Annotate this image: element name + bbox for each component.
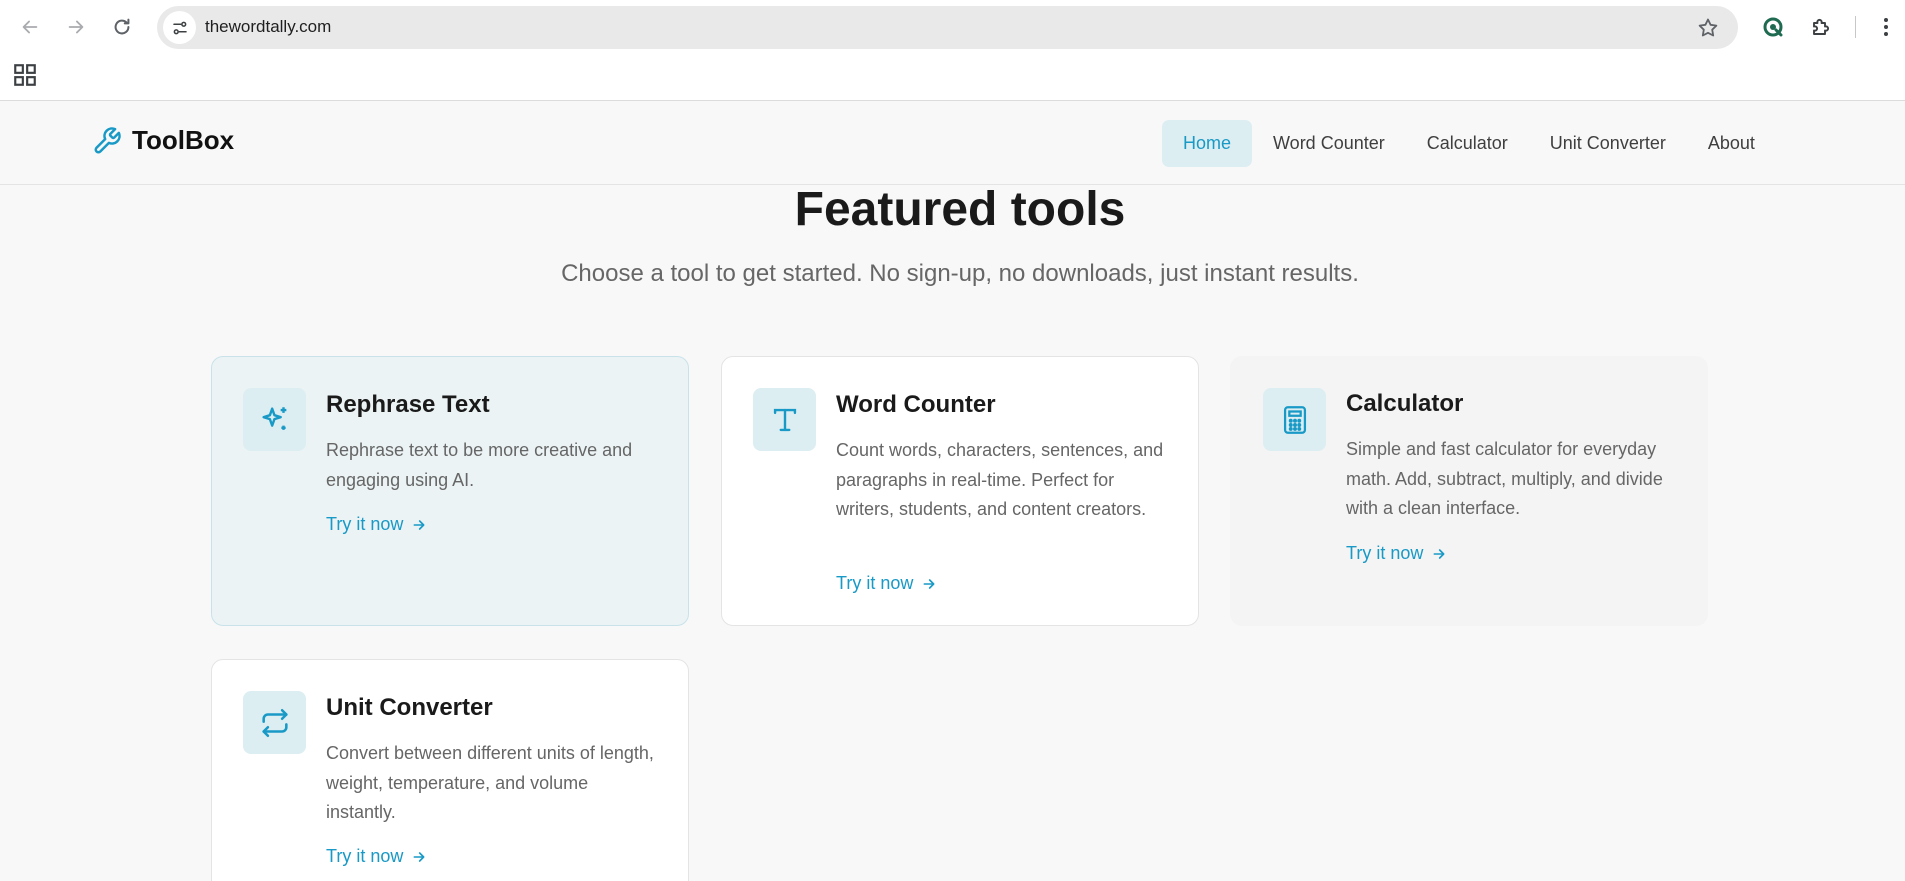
arrow-right-icon (413, 851, 425, 862)
link-label: Try it now (326, 514, 404, 534)
calculator-icon (1283, 405, 1306, 434)
link-label: Try it now (836, 573, 914, 593)
brand-name: ToolBox (132, 125, 235, 155)
card-description: Convert between different units of lengt… (326, 743, 654, 822)
tool-card-word-counter[interactable]: Word Counter Count words, characters, se… (721, 356, 1199, 626)
arrow-right-icon (1433, 548, 1445, 559)
back-button[interactable] (12, 9, 48, 45)
card-title: Rephrase Text (326, 391, 490, 418)
try-it-now-link[interactable]: Try it now (326, 846, 427, 867)
page-title: Featured tools (794, 183, 1126, 236)
browser-menu-button[interactable] (1870, 11, 1902, 43)
card-title: Unit Converter (326, 694, 493, 721)
card-description: Simple and fast calculator for everyday … (1346, 439, 1663, 518)
site-info-button[interactable] (163, 11, 196, 44)
nav-home[interactable]: Home (1162, 120, 1253, 167)
nav-about[interactable]: About (1687, 120, 1776, 167)
extension-logo-icon (1763, 17, 1783, 37)
tune-icon (172, 21, 187, 34)
toolbar-divider (1855, 16, 1856, 38)
card-icon-box (243, 691, 306, 754)
browser-chrome: thewordtally.com (0, 0, 1905, 101)
reload-button[interactable] (104, 9, 140, 45)
arrow-right-icon (923, 578, 935, 589)
nav-word-counter[interactable]: Word Counter (1252, 120, 1406, 167)
card-icon-box (243, 388, 306, 451)
link-label: Try it now (326, 846, 404, 866)
card-title: Word Counter (836, 391, 996, 418)
main-nav: Home Word Counter Calculator Unit Conver… (1162, 120, 1776, 167)
reload-icon (114, 18, 130, 35)
address-bar[interactable]: thewordtally.com (157, 6, 1738, 49)
swap-arrows-icon (261, 708, 288, 737)
url-text: thewordtally.com (205, 17, 332, 36)
try-it-now-link[interactable]: Try it now (1346, 543, 1447, 564)
link-label: Try it now (1346, 543, 1424, 563)
extension-button[interactable] (1757, 11, 1789, 43)
apps-grid-icon[interactable] (12, 62, 38, 88)
card-icon-box (1263, 388, 1326, 451)
bookmark-star-icon[interactable] (1696, 16, 1720, 40)
arrow-left-icon (22, 20, 38, 34)
arrow-right-icon (413, 519, 425, 530)
sparkles-icon (261, 406, 286, 430)
nav-calculator[interactable]: Calculator (1406, 120, 1529, 167)
puzzle-icon (1813, 18, 1830, 35)
forward-button[interactable] (58, 9, 94, 45)
tool-card-calculator[interactable]: Calculator Simple and fast calculator fo… (1230, 356, 1708, 626)
more-vertical-icon (1884, 18, 1888, 36)
card-title: Calculator (1346, 390, 1464, 417)
extensions-menu-button[interactable] (1805, 11, 1837, 43)
arrow-right-icon (68, 20, 84, 34)
try-it-now-link[interactable]: Try it now (836, 573, 937, 594)
text-t-icon (773, 408, 796, 431)
try-it-now-link[interactable]: Try it now (326, 514, 427, 535)
tool-card-rephrase[interactable]: Rephrase Text Rephrase text to be more c… (211, 356, 689, 626)
site-header: ToolBox Home Word Counter Calculator Uni… (0, 101, 1905, 185)
nav-unit-converter[interactable]: Unit Converter (1529, 120, 1687, 167)
card-description: Rephrase text to be more creative and en… (326, 440, 633, 490)
card-icon-box (753, 388, 816, 451)
page-subtitle: Choose a tool to get started. No sign-up… (561, 260, 1359, 287)
card-description: Count words, characters, sentences, and … (836, 440, 1164, 519)
brand-logo[interactable]: ToolBox (92, 125, 234, 156)
tool-card-unit-converter[interactable]: Unit Converter Convert between different… (211, 659, 689, 881)
wrench-icon (94, 126, 121, 153)
